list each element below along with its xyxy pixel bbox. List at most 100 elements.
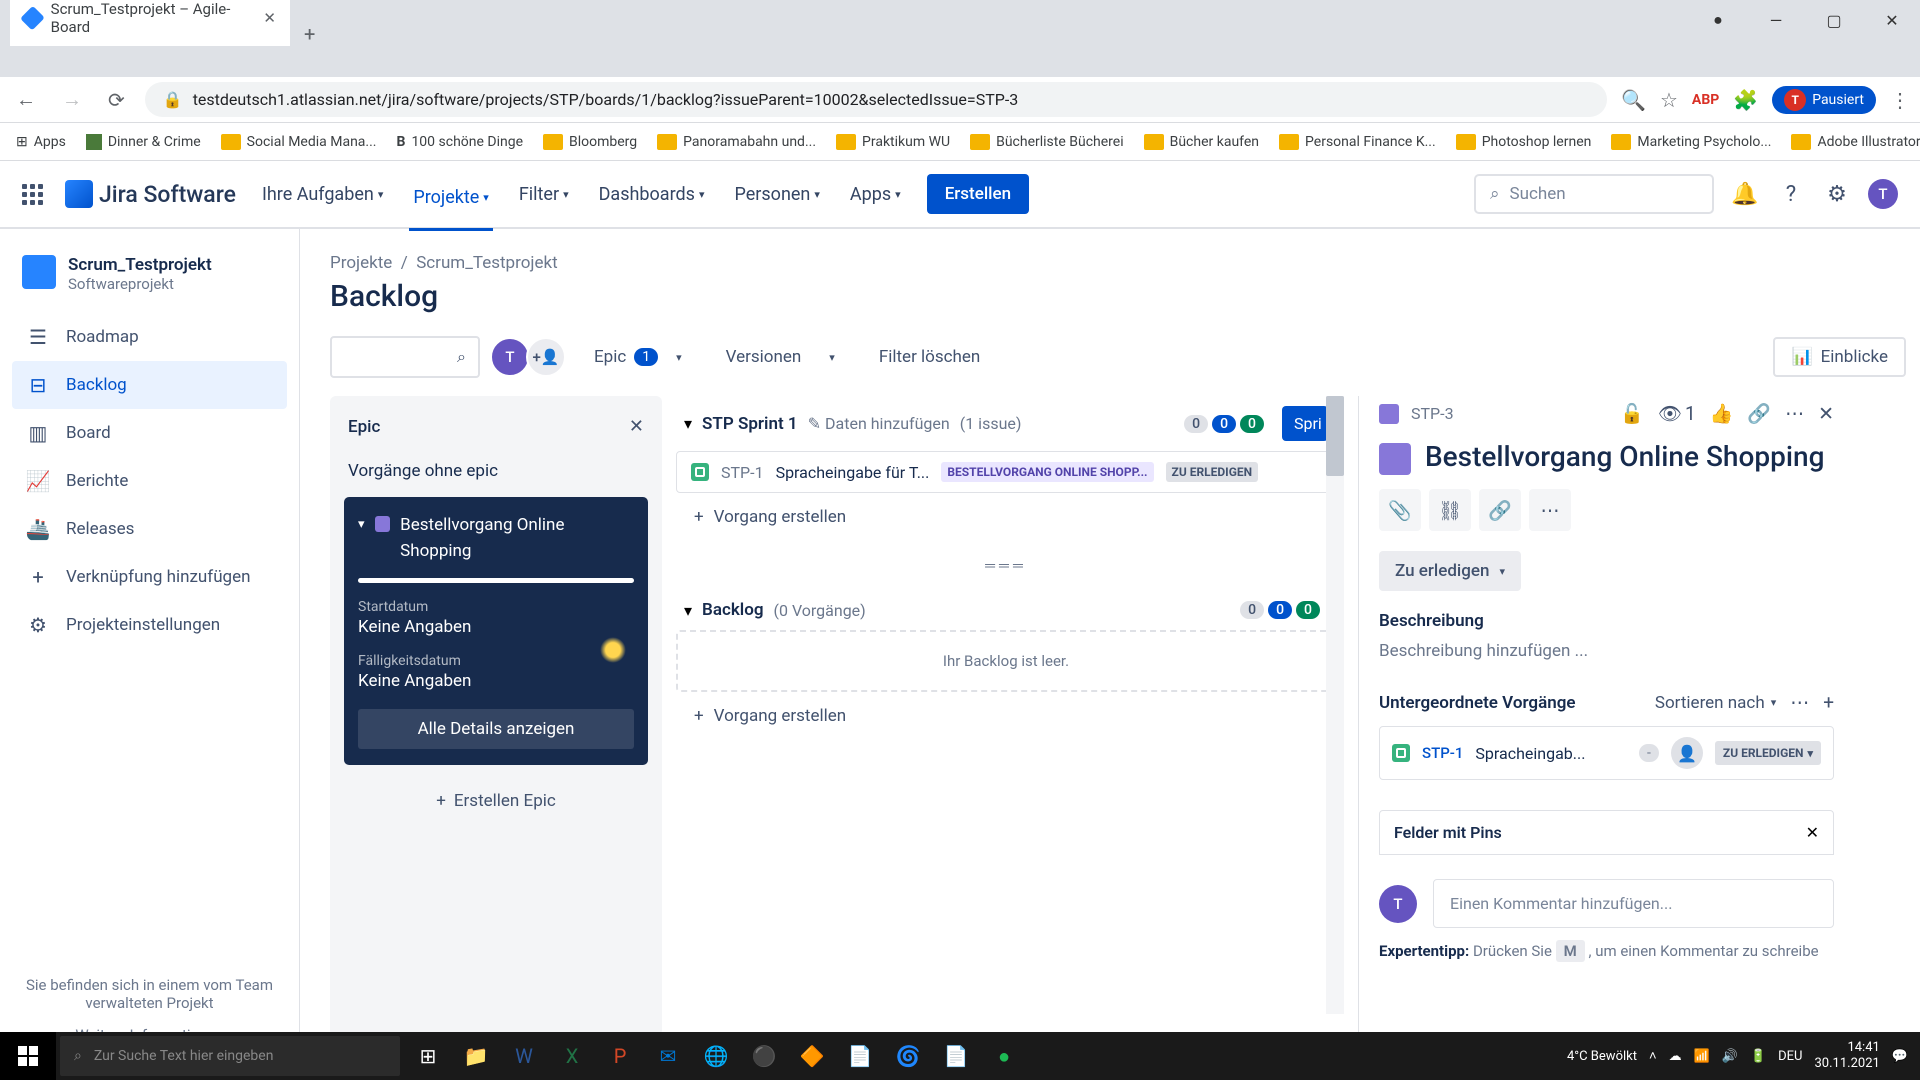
star-icon[interactable]: ☆ (1660, 88, 1678, 112)
language-indicator[interactable]: DEU (1778, 1049, 1802, 1064)
more-actions-button[interactable]: ⋯ (1529, 489, 1571, 531)
backlog-search[interactable]: ⌕ (330, 336, 480, 378)
child-more-icon[interactable]: ⋯ (1790, 691, 1809, 714)
epic-color-icon[interactable] (1379, 443, 1411, 475)
close-epic-panel[interactable]: ✕ (629, 416, 644, 437)
bookmark-item[interactable]: Bloomberg (537, 130, 643, 154)
thumbs-up-icon[interactable]: 👍 (1710, 402, 1734, 425)
child-issue-row[interactable]: STP-1 Spracheingab... - 👤 ZU ERLEDIGEN▾ (1379, 726, 1834, 780)
description-placeholder[interactable]: Beschreibung hinzufügen ... (1379, 641, 1834, 661)
back-button[interactable]: ← (10, 81, 42, 118)
taskbar-search[interactable]: ⌕ Zur Suche Text hier eingeben (60, 1036, 400, 1076)
create-issue-sprint[interactable]: + Vorgang erstellen (676, 493, 1336, 541)
link-button[interactable]: 🔗 (1479, 489, 1521, 531)
bookmark-item[interactable]: Dinner & Crime (80, 130, 207, 154)
start-sprint-button[interactable]: Spri (1282, 406, 1328, 441)
issue-key[interactable]: STP-3 (1411, 404, 1454, 423)
app-switcher-icon[interactable] (22, 184, 43, 205)
status-badge[interactable]: ZU ERLEDIGEN (1166, 462, 1259, 482)
new-tab-button[interactable]: + (290, 22, 329, 46)
chevron-down-icon[interactable]: ▾ (684, 414, 692, 433)
minimize-icon[interactable]: — (1748, 0, 1804, 40)
task-view-icon[interactable]: ⊞ (404, 1032, 452, 1080)
close-detail-icon[interactable]: ✕ (1818, 402, 1834, 425)
issue-title[interactable]: Bestellvorgang Online Shopping (1425, 439, 1824, 475)
nav-dashboards[interactable]: Dashboards▾ (595, 178, 709, 211)
bookmark-item[interactable]: Panoramabahn und... (651, 130, 822, 154)
powerpoint-icon[interactable]: P (596, 1032, 644, 1080)
nav-filters[interactable]: Filter▾ (515, 178, 573, 211)
child-key[interactable]: STP-1 (1422, 744, 1463, 762)
onedrive-icon[interactable]: ☁ (1669, 1049, 1682, 1064)
sidebar-item-settings[interactable]: ⚙Projekteinstellungen (12, 601, 287, 649)
bookmark-item[interactable]: Social Media Mana... (215, 130, 383, 154)
sidebar-item-add-link[interactable]: +Verknüpfung hinzufügen (12, 553, 287, 601)
close-tab-icon[interactable]: ✕ (263, 9, 276, 27)
pinned-fields[interactable]: Felder mit Pins ✕ (1379, 810, 1834, 855)
word-icon[interactable]: W (500, 1032, 548, 1080)
battery-icon[interactable]: 🔋 (1750, 1049, 1766, 1064)
browser-tab[interactable]: Scrum_Testprojekt – Agile-Board ✕ (10, 0, 290, 46)
insights-button[interactable]: 📊 Einblicke (1773, 337, 1906, 377)
sort-dropdown[interactable]: Sortieren nach▾ (1655, 693, 1776, 713)
bookmark-apps[interactable]: ⊞Apps (10, 130, 72, 154)
search-input[interactable]: ⌕ Suchen (1474, 174, 1714, 214)
notifications-icon[interactable]: 💬 (1892, 1049, 1908, 1064)
close-pinned-icon[interactable]: ✕ (1806, 823, 1819, 842)
breadcrumb-projects[interactable]: Projekte (330, 253, 392, 273)
nav-people[interactable]: Personen▾ (731, 178, 824, 211)
excel-icon[interactable]: X (548, 1032, 596, 1080)
watch-button[interactable]: 👁1 (1658, 402, 1696, 425)
nav-your-work[interactable]: Ihre Aufgaben▾ (258, 178, 387, 211)
sidebar-item-reports[interactable]: 📈Berichte (12, 457, 287, 505)
add-child-button[interactable]: ⛓ (1429, 489, 1471, 531)
start-button[interactable] (0, 1032, 56, 1080)
resize-handle[interactable]: ═══ (676, 541, 1336, 590)
account-icon[interactable]: ● (1690, 0, 1746, 40)
weather-widget[interactable]: 4°C Bewölkt (1567, 1049, 1637, 1064)
bookmark-item[interactable]: Praktikum WU (830, 130, 956, 154)
app-icon[interactable]: 📄 (932, 1032, 980, 1080)
issue-row[interactable]: STP-1 Spracheingabe für T... BESTELLVORG… (676, 451, 1336, 493)
sidebar-item-releases[interactable]: 🚢Releases (12, 505, 287, 553)
help-icon[interactable]: ? (1776, 179, 1806, 209)
extensions-icon[interactable]: 🧩 (1733, 88, 1758, 112)
clear-filters[interactable]: Filter löschen (879, 347, 981, 367)
epic-card[interactable]: ▾ Bestellvorgang Online Shopping Startda… (344, 497, 648, 765)
sidebar-item-backlog[interactable]: ⊟Backlog (12, 361, 287, 409)
forward-button[interactable]: → (56, 81, 88, 118)
address-bar[interactable]: 🔒 testdeutsch1.atlassian.net/jira/softwa… (145, 82, 1607, 117)
status-dropdown[interactable]: Zu erledigen ▾ (1379, 551, 1521, 591)
profile-avatar[interactable]: T (1868, 179, 1898, 209)
add-assignee-button[interactable]: +👤 (526, 337, 566, 377)
create-issue-backlog[interactable]: + Vorgang erstellen (676, 692, 1336, 740)
wifi-icon[interactable]: 📶 (1694, 1049, 1710, 1064)
edge-icon[interactable]: 🌀 (884, 1032, 932, 1080)
clock[interactable]: 14:41 30.11.2021 (1815, 1040, 1880, 1071)
menu-icon[interactable]: ⋮ (1890, 88, 1910, 112)
jira-logo[interactable]: Jira Software (65, 180, 236, 208)
epic-label[interactable]: BESTELLVORGANG ONLINE SHOPP... (941, 462, 1153, 482)
add-dates-button[interactable]: ✎ Daten hinzufügen (808, 414, 950, 433)
sidebar-item-roadmap[interactable]: ☰Roadmap (12, 313, 287, 361)
bookmark-item[interactable]: Photoshop lernen (1450, 130, 1598, 154)
reload-button[interactable]: ⟳ (102, 82, 131, 118)
zoom-icon[interactable]: 🔍 (1621, 88, 1646, 112)
attach-button[interactable]: 📎 (1379, 489, 1421, 531)
app-icon[interactable]: 🔶 (788, 1032, 836, 1080)
tray-chevron[interactable]: ˄ (1649, 1048, 1657, 1064)
vertical-scrollbar[interactable] (1326, 396, 1344, 1014)
bookmark-item[interactable]: Bücherliste Bücherei (964, 130, 1130, 154)
create-button[interactable]: Erstellen (927, 174, 1029, 214)
bookmark-item[interactable]: B100 schöne Dinge (391, 130, 530, 154)
show-all-details-button[interactable]: Alle Details anzeigen (358, 709, 634, 749)
unassigned-avatar[interactable]: 👤 (1671, 737, 1703, 769)
issues-without-epic[interactable]: Vorgänge ohne epic (344, 451, 648, 491)
create-epic-button[interactable]: + Erstellen Epic (344, 775, 648, 827)
profile-badge[interactable]: T Pausiert (1772, 86, 1876, 114)
assignee-avatar[interactable]: T (490, 337, 530, 377)
breadcrumb-project[interactable]: Scrum_Testprojekt (416, 253, 557, 273)
bookmark-item[interactable]: Personal Finance K... (1273, 130, 1442, 154)
close-window-icon[interactable]: ✕ (1864, 0, 1920, 40)
app-icon[interactable]: 📄 (836, 1032, 884, 1080)
